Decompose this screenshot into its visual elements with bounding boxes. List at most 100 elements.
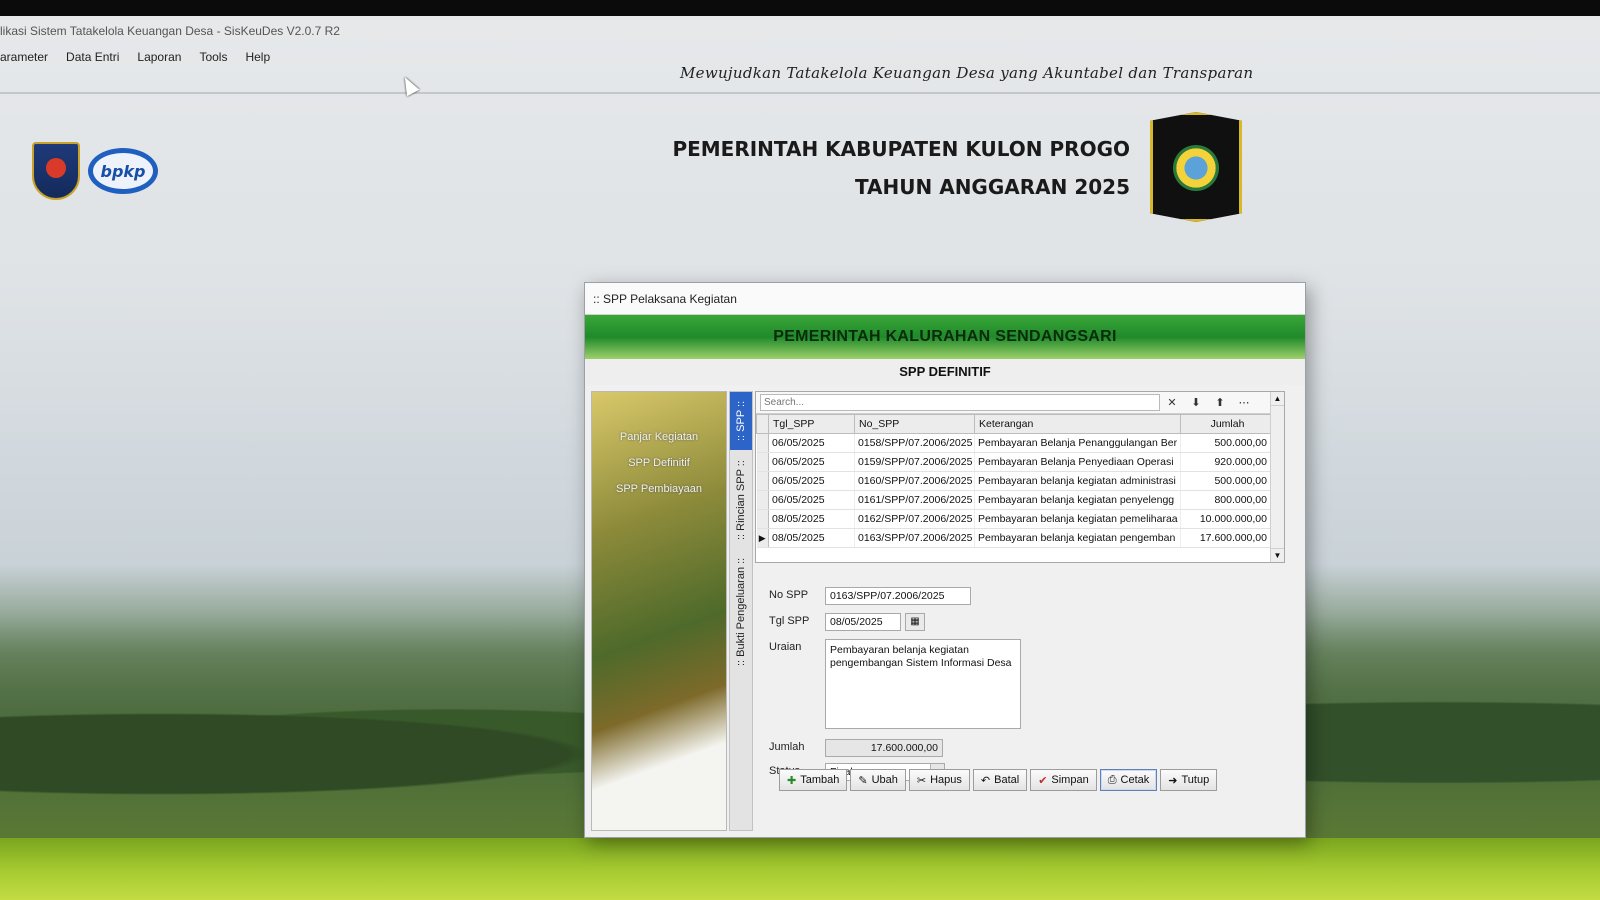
- menu-help[interactable]: Help: [245, 50, 270, 72]
- clear-filter-icon[interactable]: ✕: [1160, 396, 1184, 409]
- tambah-label: Tambah: [800, 774, 840, 786]
- window-title: :: SPP Pelaksana Kegiatan: [585, 283, 1305, 315]
- column-no-spp[interactable]: No_SPP: [854, 414, 975, 434]
- header-title: PEMERINTAH KABUPATEN KULON PROGO TAHUN A…: [600, 130, 1130, 206]
- grid-search-row: ✕ ⬇ ⬆ ⋯: [756, 392, 1284, 414]
- menu-data-entri[interactable]: Data Entri: [66, 50, 119, 72]
- app-motto: Mewujudkan Tatakelola Keuangan Desa yang…: [680, 64, 1254, 82]
- grid-search-input[interactable]: [760, 394, 1160, 411]
- table-row[interactable]: ▶ 08/05/2025 0163/SPP/07.2006/2025 Pembayar…: [756, 528, 1271, 548]
- grid-scrollbar[interactable]: ▲ ▼: [1270, 392, 1284, 562]
- cell-tgl-spp: 06/05/2025: [768, 490, 855, 510]
- table-row[interactable]: 06/05/2025 0159/SPP/07.2006/2025 Pembayara…: [756, 452, 1271, 472]
- window-subtitle: SPP DEFINITIF: [585, 359, 1305, 385]
- table-row[interactable]: 06/05/2025 0158/SPP/07.2006/2025 Pembayara…: [756, 433, 1271, 453]
- cell-no-spp: 0159/SPP/07.2006/2025: [854, 452, 975, 472]
- row-indicator: [756, 490, 769, 510]
- cell-keterangan: Pembayaran Belanja Penanggulangan Ber: [974, 433, 1181, 453]
- hapus-label: Hapus: [930, 774, 962, 786]
- edit-icon: ✎: [858, 774, 868, 787]
- arrow-up-icon[interactable]: ⬆: [1208, 396, 1232, 409]
- menu-tools[interactable]: Tools: [199, 50, 227, 72]
- table-body: 06/05/2025 0158/SPP/07.2006/2025 Pembayara…: [756, 433, 1271, 548]
- cell-tgl-spp: 08/05/2025: [768, 509, 855, 529]
- batal-button[interactable]: ↶ Batal: [972, 769, 1028, 791]
- hapus-button[interactable]: ✂ Hapus: [908, 769, 970, 791]
- spp-grid: ✕ ⬇ ⬆ ⋯ Tgl_SPP No_SPP Keterangan: [755, 391, 1285, 563]
- cell-tgl-spp: 06/05/2025: [768, 471, 855, 491]
- cell-keterangan: Pembayaran belanja kegiatan penyelengg: [974, 490, 1181, 510]
- row-indicator: [756, 452, 769, 472]
- window-body: Panjar Kegiatan SPP Definitif SPP Pembia…: [585, 385, 1307, 839]
- cell-no-spp: 0163/SPP/07.2006/2025: [854, 528, 975, 548]
- spp-pelaksana-kegiatan-window: :: SPP Pelaksana Kegiatan PEMERINTAH KAL…: [584, 282, 1306, 838]
- cetak-button[interactable]: ⎙ Cetak: [1099, 769, 1158, 791]
- more-options-icon[interactable]: ⋯: [1232, 396, 1256, 409]
- tab-rincian-spp[interactable]: :: Rincian SPP ::: [730, 454, 752, 546]
- menu-laporan[interactable]: Laporan: [137, 50, 181, 72]
- cetak-label: Cetak: [1120, 774, 1150, 786]
- tab-spp[interactable]: :: SPP ::: [730, 392, 752, 450]
- desktop-screen: likasi Sistem Tatakelola Keuangan Desa -…: [0, 16, 1600, 900]
- side-link-panjar-kegiatan[interactable]: Panjar Kegiatan: [592, 424, 726, 450]
- cell-no-spp: 0162/SPP/07.2006/2025: [854, 509, 975, 529]
- cell-jumlah: 500.000,00: [1180, 433, 1271, 453]
- tambah-button[interactable]: ✚ Tambah: [779, 769, 848, 791]
- column-keterangan[interactable]: Keterangan: [974, 414, 1181, 434]
- app-title: likasi Sistem Tatakelola Keuangan Desa -…: [0, 24, 340, 38]
- side-link-spp-pembiayaan[interactable]: SPP Pembiayaan: [592, 476, 726, 502]
- header-divider: [0, 92, 1600, 94]
- table-row[interactable]: 06/05/2025 0160/SPP/07.2006/2025 Pembayara…: [756, 471, 1271, 491]
- cell-jumlah: 800.000,00: [1180, 490, 1271, 510]
- simpan-label: Simpan: [1051, 774, 1089, 786]
- table-row[interactable]: 06/05/2025 0161/SPP/07.2006/2025 Pembayara…: [756, 490, 1271, 510]
- cell-jumlah: 10.000.000,00: [1180, 509, 1271, 529]
- arrow-down-icon[interactable]: ⬇: [1184, 396, 1208, 409]
- side-link-spp-definitif[interactable]: SPP Definitif: [592, 450, 726, 476]
- spp-table: Tgl_SPP No_SPP Keterangan Jumlah 06/05/2…: [756, 414, 1271, 548]
- row-indicator: [756, 433, 769, 453]
- cell-jumlah: 500.000,00: [1180, 471, 1271, 491]
- ubah-label: Ubah: [871, 774, 898, 786]
- printer-icon: ⎙: [1107, 773, 1117, 786]
- tutup-button[interactable]: ➜ Tutup: [1160, 769, 1218, 791]
- rice-field: [0, 838, 1600, 900]
- uraian-textarea[interactable]: Pembayaran belanja kegiatan pengembangan…: [825, 639, 1021, 729]
- tgl-spp-field[interactable]: 08/05/2025: [825, 613, 901, 631]
- delete-icon: ✂: [916, 774, 927, 787]
- simpan-button[interactable]: ✔ Simpan: [1030, 769, 1097, 791]
- column-jumlah[interactable]: Jumlah: [1180, 414, 1271, 434]
- tutup-label: Tutup: [1181, 774, 1210, 786]
- table-header-row: Tgl_SPP No_SPP Keterangan Jumlah: [756, 414, 1271, 434]
- cell-tgl-spp: 06/05/2025: [768, 433, 855, 453]
- checkmark-icon: ✔: [1038, 774, 1048, 787]
- scroll-up-icon[interactable]: ▲: [1271, 392, 1284, 406]
- undo-icon: ↶: [980, 774, 991, 787]
- column-tgl-spp[interactable]: Tgl_SPP: [768, 414, 855, 434]
- cell-keterangan: Pembayaran belanja kegiatan pemeliharaa: [974, 509, 1181, 529]
- kulon-progo-emblem-icon: [1150, 112, 1242, 222]
- menu-parameter[interactable]: arameter: [0, 50, 48, 72]
- jumlah-label: Jumlah: [769, 741, 805, 753]
- scroll-down-icon[interactable]: ▼: [1271, 548, 1284, 562]
- tgl-spp-label: Tgl SPP: [769, 615, 810, 627]
- cell-no-spp: 0158/SPP/07.2006/2025: [854, 433, 975, 453]
- cell-no-spp: 0160/SPP/07.2006/2025: [854, 471, 975, 491]
- no-spp-label: No SPP: [769, 589, 809, 601]
- no-spp-field[interactable]: 0163/SPP/07.2006/2025: [825, 587, 971, 605]
- table-row[interactable]: 08/05/2025 0162/SPP/07.2006/2025 Pembayara…: [756, 509, 1271, 529]
- action-buttons: ✚ Tambah ✎ Ubah ✂ Hapus ↶ Batal ✔ Simpan ⎙ Cet…: [779, 769, 1218, 791]
- header-line-2: TAHUN ANGGARAN 2025: [854, 175, 1130, 199]
- bpkp-logo-icon: bpkp: [88, 148, 158, 194]
- side-panel: Panjar Kegiatan SPP Definitif SPP Pembia…: [591, 391, 727, 831]
- column-indicator: [756, 414, 769, 434]
- jumlah-field: 17.600.000,00: [825, 739, 943, 757]
- calendar-icon[interactable]: ▦: [905, 613, 925, 631]
- cell-no-spp: 0161/SPP/07.2006/2025: [854, 490, 975, 510]
- tab-content: ✕ ⬇ ⬆ ⋯ Tgl_SPP No_SPP Keterangan: [755, 391, 1295, 831]
- cell-tgl-spp: 08/05/2025: [768, 528, 855, 548]
- ubah-button[interactable]: ✎ Ubah: [850, 769, 906, 791]
- uraian-label: Uraian: [769, 641, 802, 653]
- exit-icon: ➜: [1168, 774, 1178, 787]
- tab-bukti-pengeluaran[interactable]: :: Bukti Pengeluaran ::: [730, 550, 752, 674]
